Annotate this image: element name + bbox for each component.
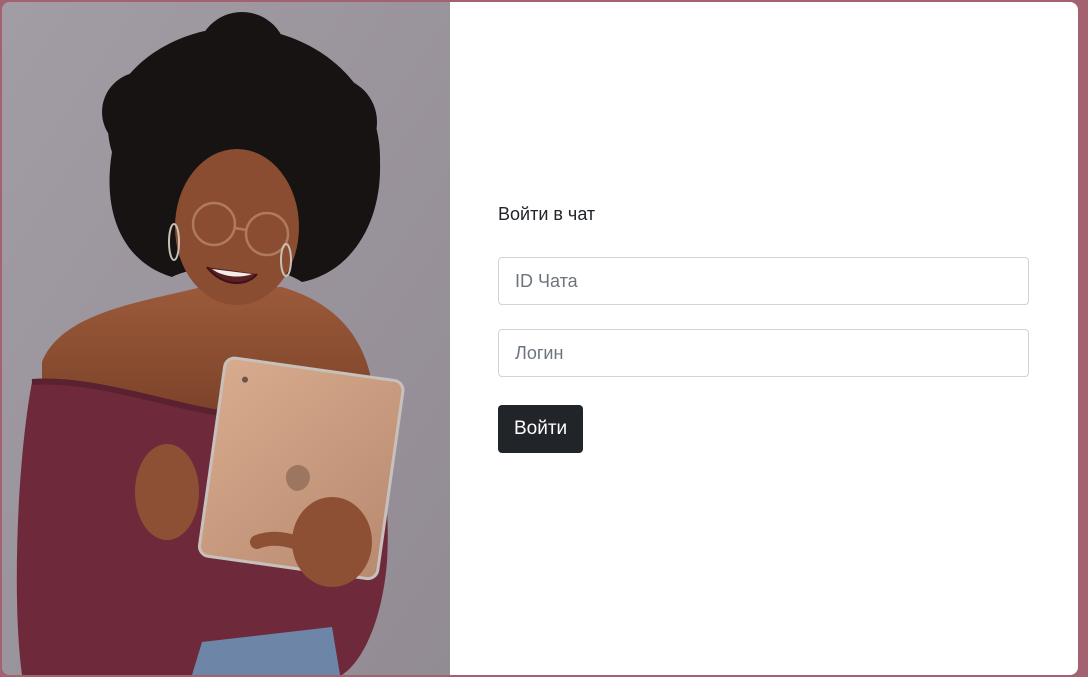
login-form-panel: Войти в чат Войти — [450, 2, 1078, 675]
login-card: Войти в чат Войти — [2, 2, 1078, 675]
chat-id-input[interactable] — [498, 257, 1029, 305]
login-submit-button[interactable]: Войти — [498, 405, 584, 453]
woman-with-tablet-illustration — [2, 2, 450, 675]
hero-photo — [2, 2, 450, 675]
login-input[interactable] — [498, 329, 1029, 377]
form-title: Войти в чат — [498, 204, 596, 224]
login-form: Войти в чат Войти — [498, 202, 1029, 453]
